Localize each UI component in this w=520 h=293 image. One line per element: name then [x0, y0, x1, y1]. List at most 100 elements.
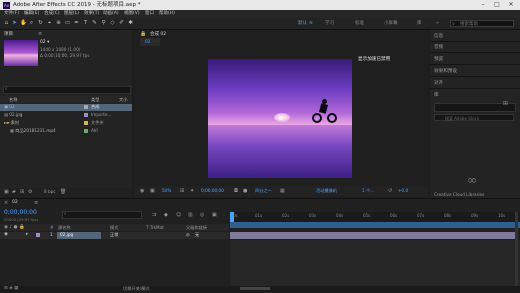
- menu-edit[interactable]: 编辑(E): [24, 10, 39, 18]
- layer-parent-select[interactable]: 无: [195, 232, 199, 238]
- layer-label-color[interactable]: [36, 233, 40, 237]
- minimize-button[interactable]: –: [476, 0, 490, 10]
- pan-behind-tool-icon[interactable]: ⊕: [55, 20, 62, 27]
- pen-tool-icon[interactable]: ✒: [73, 20, 80, 27]
- shy-icon[interactable]: ☺: [176, 212, 181, 218]
- info-panel-tab[interactable]: 信息: [434, 33, 443, 39]
- close-tab-icon[interactable]: ×: [4, 200, 8, 206]
- preview-panel-tab[interactable]: 预览: [434, 56, 443, 62]
- bit-depth-label[interactable]: 8 bpc: [44, 189, 56, 194]
- motion-blur-icon[interactable]: ◎: [200, 212, 204, 218]
- maximize-button[interactable]: □: [490, 0, 504, 10]
- label-color-swatch[interactable]: [84, 113, 88, 117]
- reset-exposure-icon[interactable]: ↺: [388, 188, 392, 194]
- workspace-menu-icon[interactable]: ≡: [309, 18, 313, 29]
- snapshot-camera-icon[interactable]: ◘: [234, 188, 238, 194]
- column-mode[interactable]: 模式: [110, 225, 118, 231]
- audio-panel-tab[interactable]: 音频: [434, 44, 443, 50]
- views-select[interactable]: 1 个...: [362, 188, 374, 194]
- layer-mode-select[interactable]: 正常: [110, 232, 118, 238]
- exposure-value[interactable]: +0.0: [398, 188, 408, 193]
- frame-blending-icon[interactable]: ▥: [188, 212, 193, 218]
- eraser-tool-icon[interactable]: ◇: [109, 20, 116, 27]
- comp-mini-flowchart-icon[interactable]: ⇉: [152, 212, 156, 218]
- draft-3d-icon[interactable]: ◆: [164, 212, 168, 218]
- label-color-swatch[interactable]: [84, 121, 88, 125]
- column-name[interactable]: 名称: [9, 97, 17, 103]
- timeline-timecode[interactable]: 0;00;00;00: [4, 209, 37, 216]
- grid-guides-icon[interactable]: ⊞: [180, 188, 184, 194]
- more-workspaces-icon[interactable]: »: [436, 18, 439, 29]
- workspace-default[interactable]: 默认: [298, 18, 307, 29]
- label-color-swatch[interactable]: [84, 129, 88, 133]
- home-icon[interactable]: ⌂: [3, 20, 10, 27]
- show-channel-icon[interactable]: ●: [243, 188, 247, 194]
- interpret-footage-icon[interactable]: ▣: [4, 189, 9, 195]
- trash-icon[interactable]: 🗑: [60, 189, 66, 195]
- composition-tab[interactable]: 合成 02: [150, 31, 166, 37]
- rotate-tool-icon[interactable]: ↻: [37, 20, 44, 27]
- menu-view[interactable]: 视图(V): [124, 10, 140, 18]
- project-search-input[interactable]: [3, 86, 131, 94]
- new-composition-icon[interactable]: ⊞: [20, 189, 24, 195]
- always-preview-icon[interactable]: ◉: [140, 188, 144, 194]
- selection-tool-icon[interactable]: ➤: [11, 20, 18, 27]
- work-area-bar[interactable]: [230, 222, 520, 228]
- footer-toggle-icons[interactable]: ⊞ ◈ ▦: [4, 286, 18, 291]
- roto-brush-tool-icon[interactable]: ✐: [118, 20, 125, 27]
- puppet-tool-icon[interactable]: ✱: [127, 20, 134, 27]
- column-size[interactable]: 大小: [119, 97, 127, 103]
- anchor-point-icon[interactable]: ⊕: [278, 115, 283, 122]
- list-item[interactable]: ▣ 02: [4, 104, 15, 110]
- column-parent[interactable]: 父级和链接: [186, 225, 207, 231]
- panel-menu-icon[interactable]: ≡: [34, 200, 38, 206]
- visibility-eye-icon[interactable]: ◉: [4, 232, 8, 237]
- align-panel-tab[interactable]: 对齐: [434, 80, 443, 86]
- mask-visibility-icon[interactable]: ✦: [190, 188, 194, 194]
- project-tab[interactable]: 项目: [4, 31, 13, 37]
- transparency-grid-icon[interactable]: ▦: [280, 188, 285, 194]
- close-button[interactable]: ✕: [504, 0, 518, 10]
- hand-tool-icon[interactable]: ✋: [20, 20, 27, 27]
- workspace-standard[interactable]: 标准: [355, 18, 364, 29]
- camera-tool-icon[interactable]: ⌖: [46, 20, 53, 27]
- workspace-libraries[interactable]: 库: [417, 18, 422, 29]
- layer-name[interactable]: 02.jpg: [60, 232, 73, 237]
- adobe-stock-search[interactable]: 搜索 Adobe Stock: [434, 114, 514, 121]
- label-color-swatch[interactable]: [84, 105, 88, 109]
- list-item[interactable]: ▸▰ 素材: [4, 120, 19, 126]
- menu-file[interactable]: 文件(F): [4, 10, 19, 18]
- list-item[interactable]: ▦ 商品20181231.mp4: [10, 128, 56, 134]
- timeline-tab[interactable]: 02: [12, 200, 18, 205]
- project-settings-icon[interactable]: ⚙: [28, 189, 32, 195]
- column-source-name[interactable]: 源名称: [58, 225, 71, 231]
- menu-composition[interactable]: 合成(C): [44, 10, 60, 18]
- libraries-panel-tab[interactable]: 库: [434, 92, 439, 98]
- column-trkmat[interactable]: T TrkMat: [146, 225, 164, 230]
- expand-layer-icon[interactable]: ▸: [26, 232, 28, 237]
- menu-layer[interactable]: 图层(L): [64, 10, 79, 18]
- column-type[interactable]: 类型: [91, 97, 99, 103]
- workspace-learn[interactable]: 学习: [325, 18, 334, 29]
- region-of-interest-icon[interactable]: ▣: [150, 188, 155, 194]
- camera-select[interactable]: 活动摄像机: [316, 188, 337, 194]
- timeline-search-input[interactable]: [62, 211, 142, 219]
- type-tool-icon[interactable]: T: [82, 20, 89, 27]
- mask-tool-icon[interactable]: ▭: [64, 20, 71, 27]
- layer-duration-bar[interactable]: [230, 232, 516, 239]
- brush-tool-icon[interactable]: ✎: [91, 20, 98, 27]
- menu-window[interactable]: 窗口: [145, 10, 154, 18]
- panel-menu-icon[interactable]: ≡: [38, 31, 42, 37]
- current-time-display[interactable]: 0;00;00;00: [201, 188, 224, 193]
- new-folder-icon[interactable]: ▰: [12, 189, 16, 195]
- list-item[interactable]: ▤ 02.jpg: [4, 112, 22, 118]
- menu-animation[interactable]: 动画(A): [103, 10, 119, 18]
- zoom-tool-icon[interactable]: ⌕: [28, 20, 35, 27]
- lock-icon[interactable]: 🔒: [140, 31, 146, 37]
- effects-presets-panel-tab[interactable]: 效果和预设: [434, 68, 457, 74]
- resolution-select[interactable]: 四分之一: [255, 188, 272, 194]
- magnification-select[interactable]: 50%: [162, 188, 171, 193]
- grid-view-icon[interactable]: ⊞: [503, 100, 508, 107]
- zoom-slider[interactable]: [240, 287, 270, 290]
- toggle-switches-modes[interactable]: 切换开关/模式: [123, 286, 150, 292]
